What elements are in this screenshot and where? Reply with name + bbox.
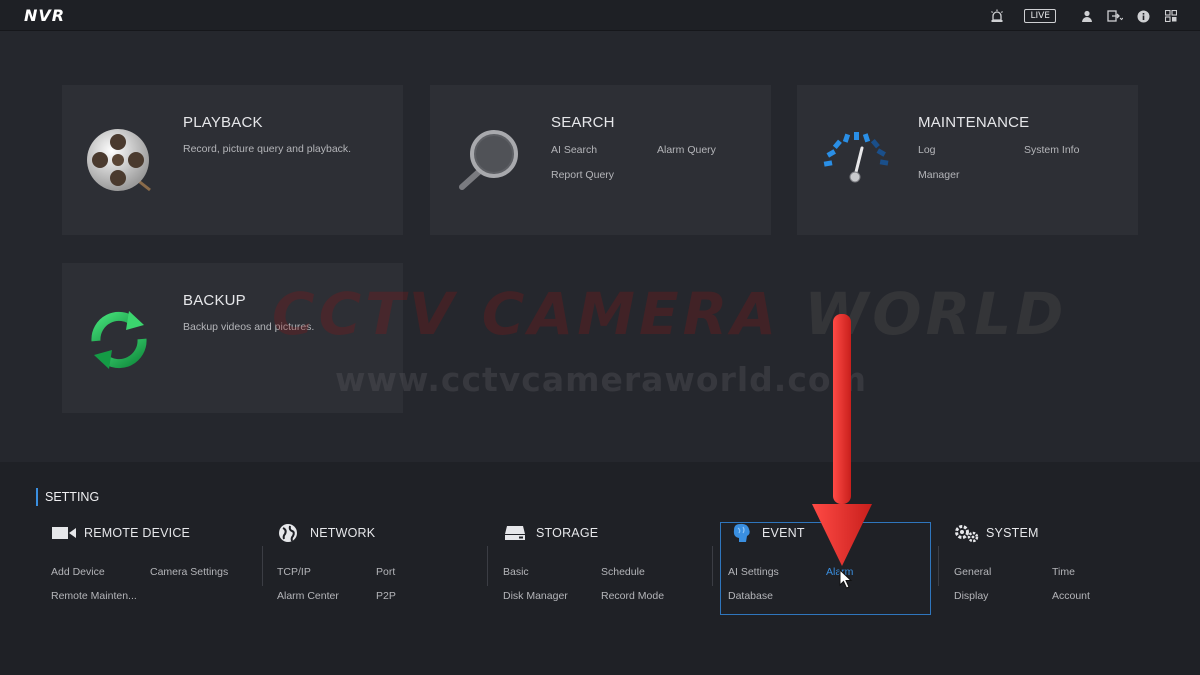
maintenance-tile[interactable]: MAINTENANCE Log System Info Manager: [797, 85, 1138, 235]
system-header[interactable]: SYSTEM: [954, 522, 1039, 544]
p2p-link[interactable]: P2P: [376, 590, 396, 602]
annotation-arrow: [812, 314, 872, 566]
watermark-brand: CCTV CAMERA WORLD: [272, 280, 1067, 348]
manager-link[interactable]: Manager: [918, 169, 959, 181]
system-title: SYSTEM: [986, 526, 1039, 540]
system-group: SYSTEM General Time Display Account: [954, 522, 1154, 616]
playback-tile[interactable]: PLAYBACK Record, picture query and playb…: [62, 85, 403, 235]
remote-device-title: REMOTE DEVICE: [84, 526, 191, 540]
maintenance-title: MAINTENANCE: [918, 114, 1030, 131]
magnifier-icon: [452, 127, 522, 197]
search-tile[interactable]: SEARCH AI Search Alarm Query Report Quer…: [430, 85, 771, 235]
film-reel-icon: [84, 127, 154, 197]
top-toolbar: LIVE: [988, 6, 1180, 26]
logout-icon[interactable]: [1106, 7, 1124, 25]
grid-icon[interactable]: [1162, 7, 1180, 25]
report-query-link[interactable]: Report Query: [551, 169, 614, 181]
gears-icon: [954, 523, 980, 543]
disk-manager-link[interactable]: Disk Manager: [503, 590, 568, 602]
mouse-cursor-icon: [839, 569, 853, 589]
nvr-logo: NVR: [24, 6, 66, 25]
divider: [487, 546, 488, 586]
basic-link[interactable]: Basic: [503, 566, 529, 578]
setting-panel: SETTING REMOTE DEVICE Add Device Camera …: [0, 462, 1200, 675]
remote-device-header[interactable]: REMOTE DEVICE: [52, 522, 190, 544]
remote-device-group: REMOTE DEVICE Add Device Camera Settings…: [51, 522, 252, 616]
tcp-ip-link[interactable]: TCP/IP: [277, 566, 311, 578]
system-info-link[interactable]: System Info: [1024, 144, 1079, 156]
alarm-center-link[interactable]: Alarm Center: [277, 590, 339, 602]
network-header[interactable]: NETWORK: [278, 522, 375, 544]
network-title: NETWORK: [310, 526, 376, 540]
add-device-link[interactable]: Add Device: [51, 566, 105, 578]
playback-description: Record, picture query and playback.: [183, 143, 352, 155]
alarm-icon[interactable]: [988, 7, 1006, 25]
storage-title: STORAGE: [536, 526, 599, 540]
sync-icon: [84, 305, 154, 375]
camera-icon: [52, 523, 78, 543]
watermark-cctv-camera: CCTV CAMERA: [272, 280, 781, 348]
port-link[interactable]: Port: [376, 566, 395, 578]
account-link[interactable]: Account: [1052, 590, 1090, 602]
info-icon[interactable]: [1134, 7, 1152, 25]
remote-maintenance-link[interactable]: Remote Mainten...: [51, 590, 137, 602]
watermark-url: www.cctvcameraworld.com: [335, 360, 867, 399]
time-link[interactable]: Time: [1052, 566, 1075, 578]
general-link[interactable]: General: [954, 566, 991, 578]
divider: [262, 546, 263, 586]
live-button[interactable]: LIVE: [1024, 9, 1056, 23]
network-group: NETWORK TCP/IP Port Alarm Center P2P: [277, 522, 478, 616]
playback-title: PLAYBACK: [183, 114, 263, 131]
record-mode-link[interactable]: Record Mode: [601, 590, 664, 602]
log-link[interactable]: Log: [918, 144, 936, 156]
search-title: SEARCH: [551, 114, 615, 131]
backup-title: BACKUP: [183, 292, 246, 309]
divider: [938, 546, 939, 586]
globe-icon: [278, 523, 304, 543]
alarm-query-link[interactable]: Alarm Query: [657, 144, 716, 156]
setting-title: SETTING: [36, 488, 99, 506]
schedule-link[interactable]: Schedule: [601, 566, 645, 578]
top-bar: NVR LIVE: [0, 0, 1200, 31]
gauge-icon: [819, 127, 889, 197]
camera-settings-link[interactable]: Camera Settings: [150, 566, 228, 578]
storage-header[interactable]: STORAGE: [504, 522, 598, 544]
user-icon[interactable]: [1078, 7, 1096, 25]
storage-group: STORAGE Basic Schedule Disk Manager Reco…: [503, 522, 704, 616]
divider: [712, 546, 713, 586]
hdd-icon: [504, 523, 530, 543]
display-link[interactable]: Display: [954, 590, 988, 602]
ai-search-link[interactable]: AI Search: [551, 144, 597, 156]
